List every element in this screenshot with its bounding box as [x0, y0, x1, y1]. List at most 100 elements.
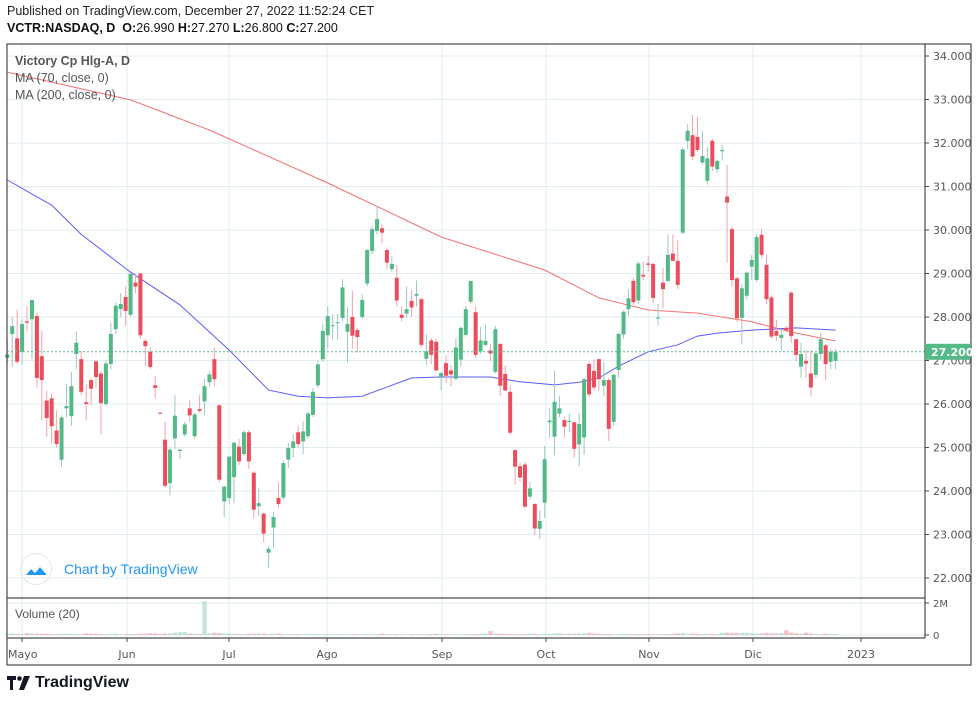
volume-bar — [665, 634, 671, 635]
candle-body — [429, 340, 434, 355]
price-tick-label: 29.000 — [933, 268, 972, 281]
volume-bar — [621, 633, 626, 635]
candle-body — [478, 340, 483, 352]
volume-bar — [729, 633, 735, 635]
candle-body — [177, 449, 182, 451]
volume-bar — [646, 634, 651, 635]
candle-body — [335, 322, 340, 324]
candle-body — [493, 329, 498, 372]
candle-body — [656, 317, 661, 319]
candle-body — [414, 293, 419, 296]
legend-ma200[interactable]: MA (200, close, 0) — [15, 87, 130, 104]
volume-tick-label: 2M — [933, 599, 948, 610]
volume-bar — [355, 634, 360, 635]
volume-bar — [291, 634, 296, 635]
volume-bar — [88, 633, 94, 635]
volume-bar — [93, 633, 99, 635]
tradingview-cloud-icon — [20, 553, 52, 585]
candle-body — [685, 130, 690, 141]
candle-body — [660, 282, 665, 290]
time-tick-label: Dic — [744, 648, 762, 661]
candle-body — [79, 359, 84, 392]
candle-body — [167, 449, 172, 484]
price-chart[interactable]: 34.000 33.000 32.000 31.000 30.000 29.000 28.0… — [0, 0, 978, 702]
volume-bar — [320, 634, 326, 635]
volume-bar — [616, 634, 621, 635]
volume-bar — [724, 632, 730, 635]
volume-bar — [744, 632, 749, 635]
volume-bar — [650, 634, 656, 635]
legend-ma70[interactable]: MA (70, close, 0) — [15, 70, 130, 87]
candle-body — [759, 234, 764, 255]
volume-bar — [774, 633, 779, 635]
volume-bar — [399, 634, 404, 635]
tradingview-logo[interactable]: TradingView — [7, 674, 129, 692]
candle-body — [744, 272, 749, 296]
volume-legend[interactable]: Volume (20) — [15, 607, 80, 621]
volume-bar — [833, 634, 838, 635]
volume-bar — [685, 633, 690, 635]
candle-body — [227, 456, 232, 498]
candle-body — [483, 340, 488, 345]
candle-body — [365, 250, 370, 284]
candle-body — [769, 297, 774, 337]
volume-bar — [734, 632, 740, 635]
candle-body — [251, 472, 256, 510]
price-tick-label: 33.000 — [933, 94, 972, 107]
candle-body — [148, 351, 153, 368]
volume-bar — [547, 633, 552, 635]
volume-bar — [468, 634, 473, 635]
volume-bar — [389, 634, 395, 635]
volume-bar — [98, 634, 104, 635]
volume-bar — [64, 633, 69, 635]
candle-body — [725, 196, 730, 203]
candle-body — [794, 339, 799, 355]
last-price-label: 27.200 — [931, 346, 974, 359]
candle-body — [705, 158, 710, 181]
price-tick-label: 22.000 — [933, 572, 972, 585]
tradingview-watermark[interactable]: Chart by TradingView — [20, 553, 198, 585]
volume-bar — [59, 633, 64, 635]
volume-bar — [310, 634, 316, 635]
candle-body — [680, 149, 685, 233]
volume-bar — [527, 633, 533, 635]
watermark-text: Chart by TradingView — [64, 561, 198, 577]
volume-bar — [414, 634, 419, 635]
candle-body — [325, 316, 330, 336]
candle-body — [424, 351, 429, 359]
candle-body — [784, 327, 789, 331]
volume-bar — [108, 633, 114, 635]
candle-body — [670, 253, 675, 261]
volume-bar — [419, 634, 424, 635]
candle-body — [468, 280, 473, 302]
candle-body — [695, 136, 700, 150]
candle-body — [103, 363, 108, 404]
volume-bar — [705, 633, 710, 635]
volume-bar — [148, 633, 153, 635]
volume-bar — [286, 634, 291, 635]
candle-body — [315, 364, 320, 386]
volume-bar — [113, 633, 118, 635]
volume-bar — [54, 634, 59, 635]
candle-body — [301, 431, 306, 442]
volume-bar — [335, 634, 340, 635]
volume-bar — [14, 633, 20, 635]
volume-bar — [345, 634, 350, 636]
candle-body — [730, 229, 735, 281]
candle-body — [557, 408, 562, 414]
candle-body — [720, 149, 725, 152]
volume-bar — [488, 631, 493, 635]
volume-bar — [438, 634, 444, 635]
volume-bar — [197, 633, 202, 635]
candle-body — [286, 447, 291, 460]
volume-bar — [29, 633, 35, 635]
volume-bar — [572, 633, 577, 635]
candle-body — [202, 386, 207, 402]
candle-body — [266, 548, 271, 553]
candle-body — [54, 430, 59, 445]
candle-body — [256, 503, 261, 507]
candle-body — [779, 334, 784, 338]
volume-bar — [769, 633, 774, 635]
candle-body — [340, 287, 345, 318]
candle-body — [330, 325, 335, 327]
